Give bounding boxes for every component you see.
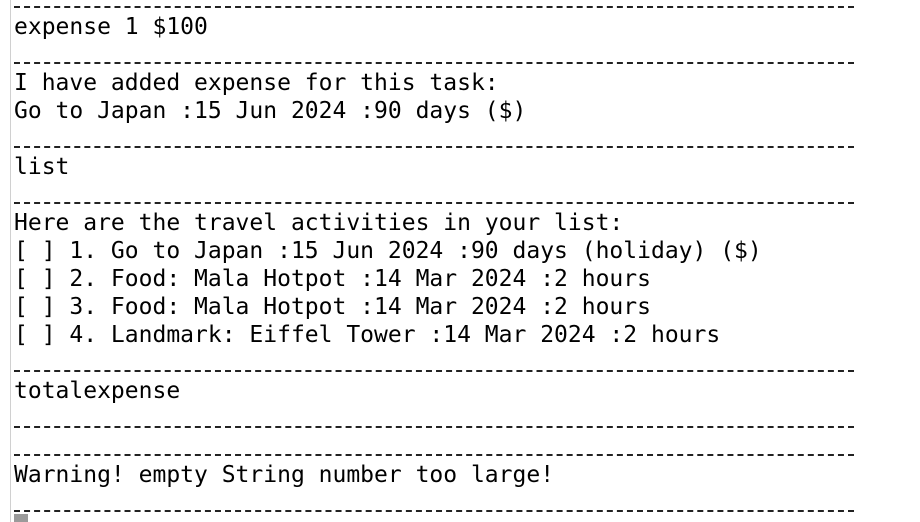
separator-line	[14, 370, 854, 372]
terminal-cursor[interactable]	[14, 514, 28, 522]
command-totalexpense: totalexpense	[14, 378, 181, 404]
separator-line	[14, 6, 854, 8]
list-header: Here are the travel activities in your l…	[14, 210, 624, 236]
separator-line	[14, 202, 854, 204]
separator-line	[14, 454, 854, 456]
expense-added-message: I have added expense for this task:	[14, 70, 499, 96]
separator-line	[14, 146, 854, 148]
warning-message: Warning! empty String number too large!	[14, 462, 555, 488]
terminal-left-border	[10, 0, 11, 522]
list-item: [ ] 3. Food: Mala Hotpot :14 Mar 2024 :2…	[14, 294, 651, 320]
command-list: list	[14, 154, 70, 180]
separator-line	[14, 510, 854, 512]
command-expense: expense 1 $100	[14, 14, 208, 40]
separator-line	[14, 62, 854, 64]
list-item: [ ] 4. Landmark: Eiffel Tower :14 Mar 20…	[14, 322, 721, 348]
separator-line	[14, 426, 854, 428]
list-item: [ ] 1. Go to Japan :15 Jun 2024 :90 days…	[14, 238, 762, 264]
list-item: [ ] 2. Food: Mala Hotpot :14 Mar 2024 :2…	[14, 266, 651, 292]
expense-added-task: Go to Japan :15 Jun 2024 :90 days ($)	[14, 98, 527, 124]
terminal-window[interactable]: expense 1 $100 I have added expense for …	[0, 0, 920, 522]
